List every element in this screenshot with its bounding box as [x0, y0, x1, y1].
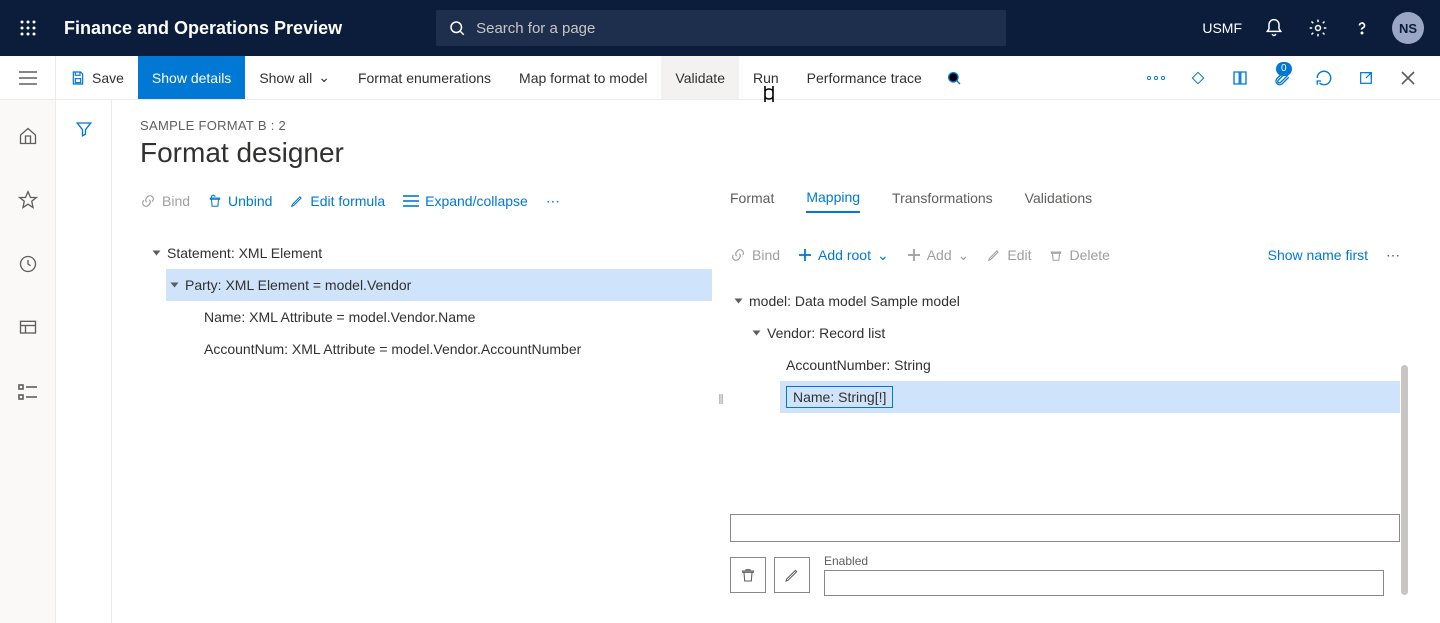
format-tree-panel: Bind Unbind Edit formula Expand/collapse…: [140, 181, 712, 616]
validate-button[interactable]: Validate: [661, 56, 739, 99]
scrollbar[interactable]: [1401, 365, 1408, 595]
header-right: USMF NS: [1194, 8, 1440, 48]
attachments-icon[interactable]: 0: [1262, 58, 1302, 98]
edit-formula-button[interactable]: Edit formula: [290, 193, 385, 209]
right-overflow-icon[interactable]: ⋯: [1386, 247, 1400, 264]
book-icon[interactable]: [1220, 58, 1260, 98]
r-bind-button[interactable]: Bind: [730, 247, 780, 263]
search-input[interactable]: [476, 20, 994, 37]
tab-validations[interactable]: Validations: [1025, 190, 1092, 212]
save-label: Save: [92, 70, 124, 86]
nav-rail: [0, 100, 56, 623]
enabled-input[interactable]: [824, 570, 1384, 596]
tab-mapping[interactable]: Mapping: [806, 189, 860, 213]
edit-sq-button[interactable]: [774, 557, 810, 593]
app-title: Finance and Operations Preview: [56, 18, 366, 39]
breadcrumb: SAMPLE FORMAT B : 2: [140, 118, 1440, 133]
attachments-badge: 0: [1276, 62, 1292, 76]
main-content: SAMPLE FORMAT B : 2 Format designer Bind…: [112, 100, 1440, 623]
filter-strip: [56, 100, 112, 623]
format-tree: Statement: XML Element Party: XML Elemen…: [140, 237, 712, 365]
gear-icon[interactable]: [1298, 8, 1338, 48]
company-code[interactable]: USMF: [1194, 20, 1250, 36]
star-icon[interactable]: [8, 180, 48, 220]
caret-icon: [753, 331, 761, 336]
command-bar-right: 0: [1136, 56, 1440, 99]
save-button[interactable]: Save: [56, 56, 138, 99]
map-format-button[interactable]: Map format to model: [505, 56, 661, 99]
search-box[interactable]: [436, 10, 1006, 46]
bind-button[interactable]: Bind: [140, 193, 190, 209]
delete-button[interactable]: Delete: [1049, 247, 1109, 263]
bottom-area: Enabled: [730, 514, 1400, 596]
search-container: [436, 10, 1006, 46]
home-icon[interactable]: [8, 116, 48, 156]
splitter[interactable]: ‖: [712, 181, 730, 616]
chevron-down-icon: ⌄: [877, 247, 889, 264]
right-tabs: Format Mapping Transformations Validatio…: [730, 181, 1400, 221]
show-details-button[interactable]: Show details: [138, 56, 245, 99]
mapping-panel: Format Mapping Transformations Validatio…: [730, 181, 1440, 616]
popout-icon[interactable]: [1346, 58, 1386, 98]
filter-icon[interactable]: [75, 120, 93, 623]
overflow-icon[interactable]: [1136, 58, 1176, 98]
find-button[interactable]: [936, 56, 972, 99]
app-header: Finance and Operations Preview USMF NS: [0, 0, 1440, 56]
refresh-icon[interactable]: [1304, 58, 1344, 98]
left-toolbar: Bind Unbind Edit formula Expand/collapse…: [140, 181, 712, 221]
r-node-name[interactable]: Name: String[!]: [780, 381, 1400, 413]
delete-sq-button[interactable]: [730, 557, 766, 593]
enabled-label: Enabled: [824, 554, 1384, 568]
command-bar: Save Show details Show all⌄ Format enume…: [0, 56, 1440, 100]
waffle-icon[interactable]: [0, 20, 56, 36]
unbind-button[interactable]: Unbind: [208, 193, 272, 209]
expand-collapse-button[interactable]: Expand/collapse: [403, 193, 528, 209]
avatar[interactable]: NS: [1392, 12, 1424, 44]
chevron-down-icon: ⌄: [318, 69, 330, 86]
run-button[interactable]: Run: [739, 56, 793, 99]
bell-icon[interactable]: [1254, 8, 1294, 48]
mapping-tree: model: Data model Sample model Vendor: R…: [730, 285, 1400, 413]
tab-transformations[interactable]: Transformations: [892, 190, 993, 212]
clock-icon[interactable]: [8, 244, 48, 284]
caret-icon: [171, 283, 179, 288]
performance-trace-button[interactable]: Performance trace: [793, 56, 936, 99]
show-name-first-button[interactable]: Show name first: [1268, 247, 1368, 263]
tree-node-statement[interactable]: Statement: XML Element: [148, 237, 712, 269]
chevron-down-icon: ⌄: [958, 247, 970, 264]
add-root-button[interactable]: Add root⌄: [798, 247, 889, 264]
close-icon[interactable]: [1388, 58, 1428, 98]
tree-node-accountnum[interactable]: AccountNum: XML Attribute = model.Vendor…: [198, 333, 712, 365]
format-enumerations-button[interactable]: Format enumerations: [344, 56, 505, 99]
edit-button[interactable]: Edit: [987, 247, 1031, 263]
r-node-model[interactable]: model: Data model Sample model: [730, 285, 1400, 317]
tree-node-party[interactable]: Party: XML Element = model.Vendor: [166, 269, 712, 301]
add-button[interactable]: Add⌄: [907, 247, 970, 264]
workspace-icon[interactable]: [8, 308, 48, 348]
diamond-icon[interactable]: [1178, 58, 1218, 98]
left-overflow-icon[interactable]: ⋯: [546, 193, 560, 210]
modules-icon[interactable]: [8, 372, 48, 412]
help-icon[interactable]: [1342, 8, 1382, 48]
r-node-accountnumber[interactable]: AccountNumber: String: [780, 349, 1400, 381]
right-toolbar: Bind Add root⌄ Add⌄ Edit Delete: [730, 233, 1400, 277]
show-all-button[interactable]: Show all⌄: [245, 56, 344, 99]
caret-icon: [153, 251, 161, 256]
tree-node-name[interactable]: Name: XML Attribute = model.Vendor.Name: [198, 301, 712, 333]
page-title: Format designer: [140, 137, 1440, 169]
caret-icon: [735, 299, 743, 304]
r-node-vendor[interactable]: Vendor: Record list: [748, 317, 1400, 349]
expression-input[interactable]: [730, 514, 1400, 542]
hamburger-icon[interactable]: [0, 56, 56, 99]
tab-format[interactable]: Format: [730, 190, 774, 212]
